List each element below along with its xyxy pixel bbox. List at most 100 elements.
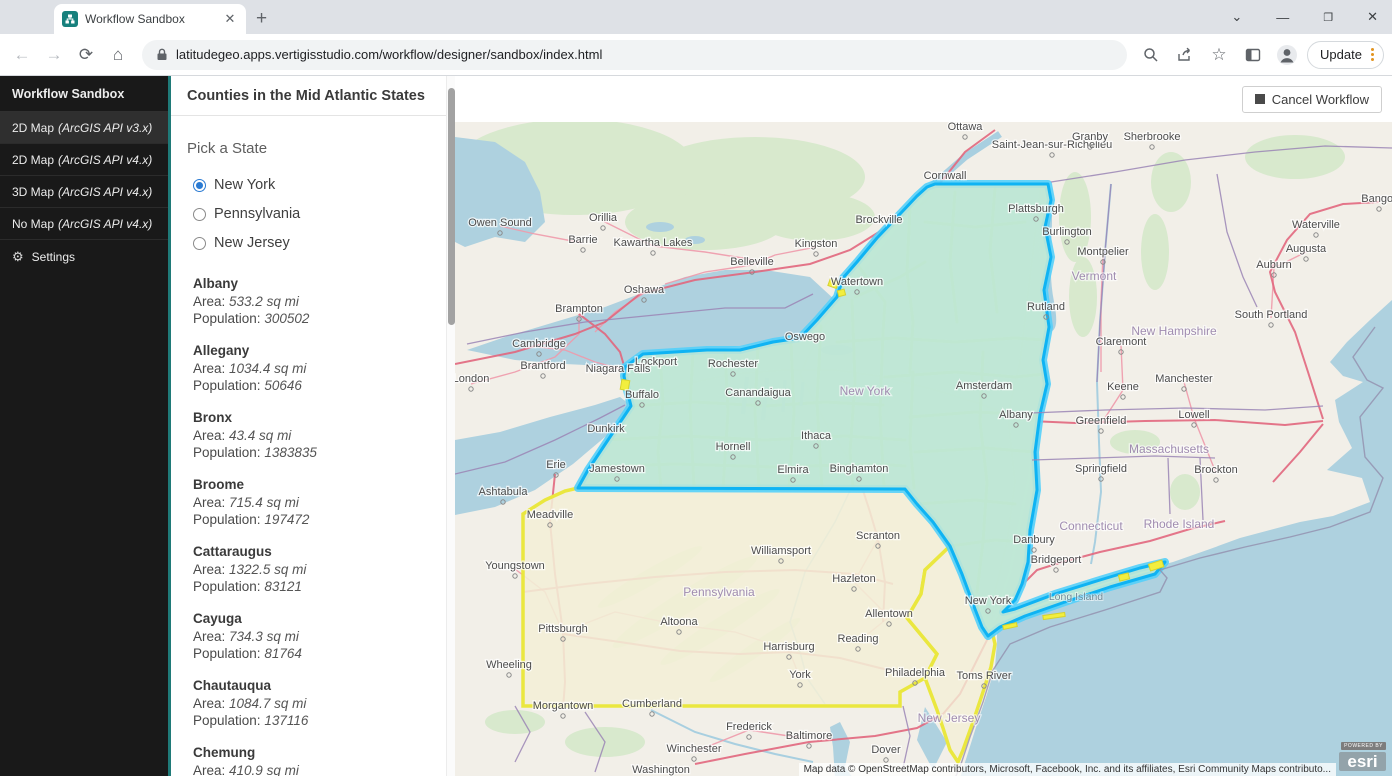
county-list-item: Allegany Area: 1034.4 sq mi Population: … [193,342,433,394]
map-label: Connecticut [1059,519,1123,533]
map-label: Vermont [1072,269,1117,283]
cancel-workflow-label: Cancel Workflow [1272,92,1369,107]
map-label: Montpelier [1077,246,1129,258]
map-label: Burlington [1042,226,1092,238]
map-label: Albany [999,409,1033,421]
map-label: Brantford [520,360,565,372]
state-radio-option[interactable]: New Jersey [193,235,433,251]
map-label: Keene [1107,381,1139,393]
map-attribution: Map data © OpenStreetMap contributors, M… [799,763,1336,776]
settings-label: Settings [32,250,75,264]
radio-icon[interactable] [193,208,206,221]
county-area: Area: 715.4 sq mi [193,494,433,511]
address-bar[interactable]: latitudegeo.apps.vertigisstudio.com/work… [142,40,1127,70]
county-area: Area: 43.4 sq mi [193,427,433,444]
cancel-workflow-button[interactable]: Cancel Workflow [1242,86,1382,113]
radio-icon[interactable] [193,237,206,250]
map-label: Waterville [1292,219,1340,231]
map-label: Dunkirk [587,423,625,435]
map-canvas[interactable]: OttawaSaint-Jean-sur-RichelieuGranbySher… [455,122,1392,776]
window-menu-icon[interactable]: ⌄ [1231,9,1242,25]
county-name: Albany [193,275,433,293]
map-label: Brockville [855,214,902,226]
reload-icon[interactable]: ⟳ [72,41,100,69]
county-area: Area: 410.9 sq mi [193,762,433,776]
map-label: Hornell [716,441,751,453]
stop-icon [1255,94,1265,104]
panel-scrollbar[interactable] [446,76,455,776]
map-label: Wheeling [486,659,532,671]
bookmark-star-icon[interactable]: ☆ [1205,41,1233,69]
panel-scrollbar-thumb[interactable] [448,88,455,325]
map-label: Auburn [1256,259,1291,271]
sandbox-sidebar: Workflow Sandbox 2D Map (ArcGIS API v3.x… [0,76,168,776]
map-label: New Jersey [918,711,981,725]
zoom-icon[interactable] [1137,41,1165,69]
forward-icon[interactable]: → [40,41,68,69]
window-maximize-icon[interactable]: ❐ [1323,11,1333,24]
window-close-icon[interactable]: ✕ [1367,9,1378,25]
map-label: London [455,373,489,385]
state-radio-option[interactable]: New York [193,177,433,193]
county-name: Allegany [193,342,433,360]
map-label: Rochester [708,358,758,370]
map-label: Orillia [589,212,618,224]
map-label: Canandaigua [725,387,791,399]
esri-brand: esri [1339,752,1386,771]
state-radio-option[interactable]: Pennsylvania [193,206,433,222]
side-panel-icon[interactable] [1239,41,1267,69]
new-tab-button[interactable]: + [256,8,267,30]
sidebar-item-3d-map[interactable]: 3D Map (ArcGIS API v4.x) [0,176,168,208]
map-label: Cambridge [512,338,566,350]
profile-avatar[interactable] [1273,41,1301,69]
state-radio-label: New York [214,177,275,193]
update-button[interactable]: Update [1307,41,1384,69]
browser-menu-icon[interactable] [1368,48,1377,61]
county-population: Population: 300502 [193,310,433,327]
county-list-item: Broome Area: 715.4 sq mi Population: 197… [193,476,433,528]
map-label: Toms River [956,670,1011,682]
sidebar-item-2d-map[interactable]: 2D Map (ArcGIS API v3.x) [0,112,168,144]
county-list-item: Chemung Area: 410.9 sq mi [193,744,433,776]
county-list-item: Bronx Area: 43.4 sq mi Population: 13838… [193,409,433,461]
browser-toolbar: ← → ⟳ ⌂ latitudegeo.apps.vertigisstudio.… [0,34,1392,76]
county-population: Population: 1383835 [193,444,433,461]
tab-close-icon[interactable]: ✕ [222,11,238,27]
home-icon[interactable]: ⌂ [104,41,132,69]
map-label: Erie [546,459,566,471]
map-label: Kawartha Lakes [614,237,693,249]
map-label: Winchester [666,743,721,755]
map-label: Manchester [1155,373,1213,385]
browser-tabstrip: Workflow Sandbox ✕ + ⌄ — ❐ ✕ [0,0,1392,34]
map-label: Brockton [1194,464,1237,476]
map-label: Buffalo [625,389,659,401]
county-population: Population: 81764 [193,645,433,662]
map-label: Bridgeport [1031,554,1082,566]
county-population: Population: 197472 [193,511,433,528]
county-area: Area: 1034.4 sq mi [193,360,433,377]
sidebar-item-settings[interactable]: ⚙ Settings [0,240,168,274]
county-name: Cattaraugus [193,543,433,561]
map-label: Bangor [1361,193,1392,205]
map-label: Massachusetts [1129,442,1209,456]
map-label: Owen Sound [468,217,532,229]
window-minimize-icon[interactable]: — [1276,10,1289,25]
workflow-toolbar: Cancel Workflow [455,76,1392,122]
county-name: Chemung [193,744,433,762]
sidebar-item-2d-map[interactable]: 2D Map (ArcGIS API v4.x) [0,144,168,176]
radio-icon[interactable] [193,179,206,192]
share-icon[interactable] [1171,41,1199,69]
map-label: Brampton [555,303,603,315]
back-icon[interactable]: ← [8,41,36,69]
map-label: Morgantown [533,700,594,712]
map-label: Baltimore [786,730,832,742]
browser-tab[interactable]: Workflow Sandbox ✕ [54,4,246,34]
sidebar-item-no-map[interactable]: No Map (ArcGIS API v4.x) [0,208,168,240]
url-text: latitudegeo.apps.vertigisstudio.com/work… [176,47,602,62]
map-label: South Portland [1235,309,1308,321]
map-label: Oswego [785,331,825,343]
map-label: Meadville [527,509,573,521]
county-area: Area: 1084.7 sq mi [193,695,433,712]
map-label: Ithaca [801,430,832,442]
basemap[interactable]: OttawaSaint-Jean-sur-RichelieuGranbySher… [455,122,1392,776]
